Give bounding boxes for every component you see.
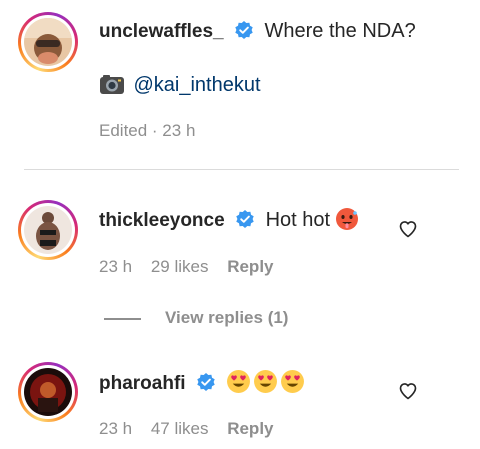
like-heart-icon[interactable] <box>398 381 418 401</box>
avatar-unclewaffles[interactable] <box>18 12 78 72</box>
avatar-pharoahfi[interactable] <box>18 362 78 422</box>
verified-badge-icon <box>235 21 253 39</box>
comment-time: 23 h <box>99 419 133 438</box>
like-count[interactable]: 47 likes <box>151 419 209 438</box>
comment-actions: 23 h 47 likes Reply <box>99 419 274 439</box>
heart-eyes-emoji-icon <box>227 370 251 393</box>
reply-button[interactable]: Reply <box>227 419 273 438</box>
heart-eyes-emoji-icon <box>281 370 305 393</box>
comment-actions: 23 h 29 likes Reply <box>99 257 274 277</box>
avatar-image <box>24 368 72 416</box>
avatar-thickleeyonce[interactable] <box>18 200 78 260</box>
comment-caption: @kai_inthekut <box>99 72 261 97</box>
avatar-image <box>24 206 72 254</box>
verified-badge-icon <box>197 373 215 391</box>
username[interactable]: pharoahfi <box>99 373 186 394</box>
like-count[interactable]: 29 likes <box>151 257 209 276</box>
avatar-image <box>24 18 72 66</box>
divider <box>24 169 459 170</box>
comment-emojis <box>226 370 305 393</box>
heart-eyes-emoji-icon <box>254 370 278 393</box>
verified-badge-icon <box>236 210 254 228</box>
comment-meta: Edited · 23 h <box>99 121 196 140</box>
comment-header: pharoahfi <box>99 369 305 395</box>
comment-header: unclewaffles_ Where the NDA? <box>99 20 416 43</box>
mention-link[interactable]: @kai_inthekut <box>133 74 260 96</box>
camera-icon <box>100 75 124 94</box>
view-replies-line <box>104 318 141 320</box>
comment-header: thickleeyonce Hot hot <box>99 207 359 232</box>
comment-text: Hot hot <box>265 209 331 231</box>
like-heart-icon[interactable] <box>398 219 418 239</box>
comment-time: 23 h <box>99 257 133 276</box>
username[interactable]: thickleeyonce <box>99 210 225 231</box>
comment-text: Where the NDA? <box>264 20 416 42</box>
reply-button[interactable]: Reply <box>227 257 273 276</box>
username[interactable]: unclewaffles_ <box>99 21 224 42</box>
hot-face-emoji-icon <box>335 208 358 230</box>
view-replies-button[interactable]: View replies (1) <box>165 308 288 328</box>
